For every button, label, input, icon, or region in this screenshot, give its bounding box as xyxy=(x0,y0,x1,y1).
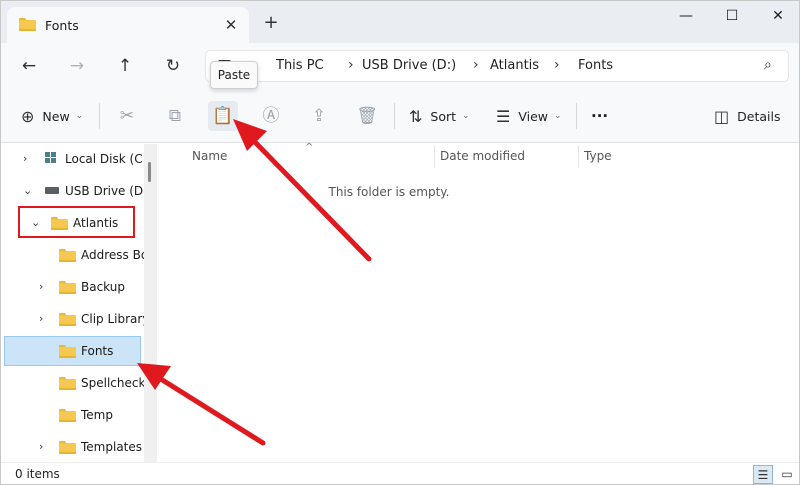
new-button[interactable]: ⊕ New ⌄ xyxy=(21,103,83,129)
nav-label: Clip Library xyxy=(81,312,150,326)
details-pane-icon: ◫ xyxy=(714,106,730,126)
close-window-button[interactable]: ✕ xyxy=(755,5,799,27)
sort-label: Sort xyxy=(430,108,457,124)
nav-item-backup[interactable]: › Backup xyxy=(1,272,143,302)
breadcrumb-this-pc[interactable]: This PC xyxy=(276,58,324,73)
nav-item-templates[interactable]: › Templates xyxy=(1,432,143,462)
nav-label: Fonts xyxy=(81,344,114,358)
column-divider[interactable] xyxy=(434,146,435,168)
breadcrumb-atlantis[interactable]: Atlantis xyxy=(490,58,539,73)
paste-tooltip: Paste xyxy=(210,61,258,89)
nav-label: Local Disk (C:) xyxy=(65,152,152,166)
tiles-view-icon[interactable]: ▭ xyxy=(777,465,797,484)
forward-button[interactable]: → xyxy=(64,53,90,79)
delete-icon[interactable]: 🗑 xyxy=(352,101,382,131)
tab-title: Fonts xyxy=(45,18,79,33)
file-explorer-window: Fonts ✕ + — ☐ ✕ ← → ↑ ↻ This PC › USB Dr… xyxy=(0,0,800,485)
new-tab-button[interactable]: + xyxy=(261,13,281,33)
highlight-box-atlantis xyxy=(18,206,135,238)
view-label: View xyxy=(518,108,549,124)
folder-icon xyxy=(59,281,76,294)
chevron-down-icon: ⌄ xyxy=(462,111,470,121)
nav-item-temp[interactable]: Temp xyxy=(1,400,143,430)
chevron-down-icon: ⌄ xyxy=(554,111,562,121)
details-pane-button[interactable]: ◫ Details xyxy=(714,103,780,129)
folder-icon xyxy=(59,345,76,358)
nav-item-clip-library[interactable]: › Clip Library xyxy=(1,304,149,334)
tab-fonts[interactable]: Fonts ✕ xyxy=(7,7,249,43)
view-lines-icon: ☰ xyxy=(496,106,511,126)
empty-folder-message: This folder is empty. xyxy=(328,185,450,199)
chevron-right-icon[interactable]: › xyxy=(39,440,43,453)
breadcrumb-usb-drive[interactable]: USB Drive (D:) xyxy=(362,58,456,73)
copy-icon[interactable]: ⧉ xyxy=(160,101,190,131)
chevron-right-icon[interactable]: › xyxy=(39,312,43,325)
item-count: 0 items xyxy=(15,467,60,481)
address-bar[interactable]: This PC › USB Drive (D:) › Atlantis › Fo… xyxy=(205,50,789,82)
address-row: ← → ↑ ↻ This PC › USB Drive (D:) › Atlan… xyxy=(1,43,799,89)
nav-item-address-book[interactable]: Address Bo xyxy=(1,240,148,270)
folder-icon xyxy=(59,249,76,262)
status-bar: 0 items ☰ ▭ xyxy=(1,462,799,484)
column-divider[interactable] xyxy=(578,146,579,168)
tab-close-icon[interactable]: ✕ xyxy=(221,15,241,35)
folder-icon xyxy=(59,377,76,390)
toolbar-divider xyxy=(99,103,100,129)
nav-label: Backup xyxy=(81,280,125,294)
file-list: ^ Name Date modified Type This folder is… xyxy=(159,142,799,462)
command-bar: ⊕ New ⌄ ✂ ⧉ 📋 Ⓐ ⇪ 🗑 ⇅ Sort ⌄ ☰ View ⌄ ··… xyxy=(1,89,799,143)
paste-icon[interactable]: 📋 xyxy=(208,101,238,131)
chevron-down-icon: ⌄ xyxy=(75,111,84,121)
nav-label: Spellcheck xyxy=(81,376,146,390)
more-options-button[interactable]: ··· xyxy=(591,103,608,129)
title-bar: Fonts ✕ + — ☐ ✕ xyxy=(1,1,799,43)
nav-label: Temp xyxy=(81,408,113,422)
toolbar-divider xyxy=(576,103,577,129)
up-button[interactable]: ↑ xyxy=(112,53,138,79)
breadcrumb-separator-icon[interactable]: › xyxy=(473,57,479,73)
folder-icon xyxy=(59,313,76,326)
chevron-right-icon[interactable]: › xyxy=(23,152,27,165)
sort-ascending-icon: ^ xyxy=(305,142,314,153)
breadcrumb-separator-icon[interactable]: › xyxy=(348,57,354,73)
cut-icon[interactable]: ✂ xyxy=(112,101,142,131)
plus-circle-icon: ⊕ xyxy=(21,106,35,126)
folder-icon xyxy=(19,18,36,31)
sort-button[interactable]: ⇅ Sort ⌄ xyxy=(409,103,470,129)
view-button[interactable]: ☰ View ⌄ xyxy=(496,103,562,129)
share-icon[interactable]: ⇪ xyxy=(304,101,334,131)
nav-label: Address Bo xyxy=(81,248,149,262)
maximize-button[interactable]: ☐ xyxy=(709,5,755,27)
new-label: New xyxy=(42,108,70,124)
details-label: Details xyxy=(737,108,781,124)
breadcrumb-separator-icon[interactable]: › xyxy=(554,57,560,73)
nav-item-spellcheck[interactable]: Spellcheck xyxy=(1,368,146,398)
refresh-button[interactable]: ↻ xyxy=(160,53,186,79)
folder-icon xyxy=(59,409,76,422)
toolbar-divider xyxy=(394,103,395,129)
rename-icon[interactable]: Ⓐ xyxy=(256,101,286,131)
scroll-thumb[interactable] xyxy=(148,162,151,182)
folder-icon xyxy=(59,441,76,454)
drive-icon xyxy=(45,152,57,164)
breadcrumb-fonts[interactable]: Fonts xyxy=(578,58,613,73)
nav-item-fonts[interactable]: Fonts xyxy=(4,336,141,366)
column-header-date-modified[interactable]: Date modified xyxy=(440,149,525,163)
search-icon[interactable]: ⌕ xyxy=(764,57,772,73)
nav-label: Templates xyxy=(81,440,143,454)
details-view-icon[interactable]: ☰ xyxy=(753,465,773,484)
chevron-right-icon[interactable]: › xyxy=(39,280,43,293)
column-header-name[interactable]: Name xyxy=(192,149,227,163)
sort-icon: ⇅ xyxy=(409,106,423,126)
back-button[interactable]: ← xyxy=(16,53,42,79)
nav-item-local-disk[interactable]: › Local Disk (C:) xyxy=(1,144,151,174)
column-header-type[interactable]: Type xyxy=(584,149,612,163)
minimize-button[interactable]: — xyxy=(663,5,709,27)
